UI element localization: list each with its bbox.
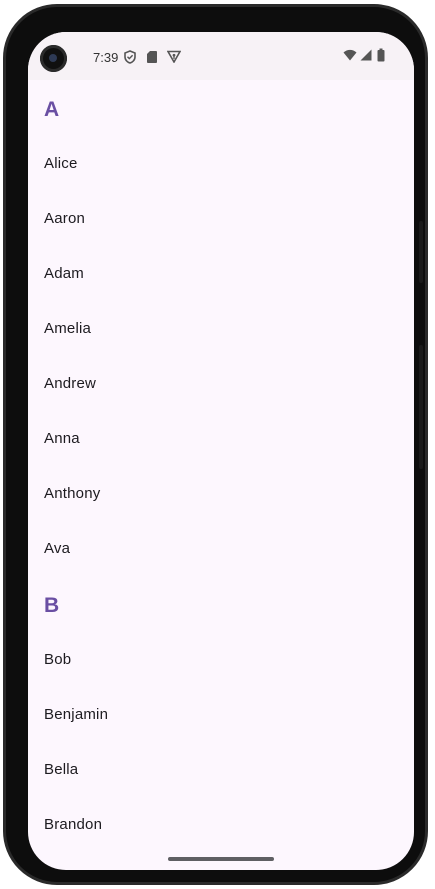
section-header: A	[44, 98, 60, 121]
list-item[interactable]: Alice	[28, 136, 414, 191]
list-item[interactable]: Amelia	[28, 301, 414, 356]
list-item[interactable]: Ava	[28, 521, 414, 576]
list-item[interactable]: Andrew	[28, 356, 414, 411]
list-item[interactable]: Brandon	[28, 797, 414, 852]
front-camera	[40, 45, 67, 72]
power-button	[419, 345, 423, 469]
status-time: 7:39	[93, 50, 119, 65]
battery-icon	[377, 48, 385, 62]
list-item[interactable]: Bella	[28, 742, 414, 797]
vpn-key-icon	[167, 50, 181, 63]
volume-button	[419, 221, 423, 283]
list-item[interactable]: Bob	[28, 632, 414, 687]
home-indicator[interactable]	[168, 857, 274, 861]
section-b: B Bob Benjamin Bella Brandon	[28, 576, 414, 852]
list-item[interactable]: Aaron	[28, 191, 414, 246]
sd-card-icon	[147, 51, 157, 63]
list-item[interactable]: Anna	[28, 411, 414, 466]
shield-icon	[124, 50, 136, 64]
list-item[interactable]: Adam	[28, 246, 414, 301]
contact-list[interactable]: A Alice Aaron Adam Amelia Andrew Anna An…	[28, 80, 414, 852]
status-bar: 7:39	[28, 32, 414, 80]
section-a: A Alice Aaron Adam Amelia Andrew Anna An…	[28, 80, 414, 576]
list-item[interactable]: Anthony	[28, 466, 414, 521]
cell-signal-icon	[360, 49, 372, 61]
list-item[interactable]: Benjamin	[28, 687, 414, 742]
phone-frame: 7:39 A Alice Aaron Adam Amelia Andrew An…	[3, 4, 428, 885]
section-header: B	[44, 594, 60, 617]
wifi-icon	[343, 49, 357, 61]
screen: 7:39 A Alice Aaron Adam Amelia Andrew An…	[28, 32, 414, 870]
